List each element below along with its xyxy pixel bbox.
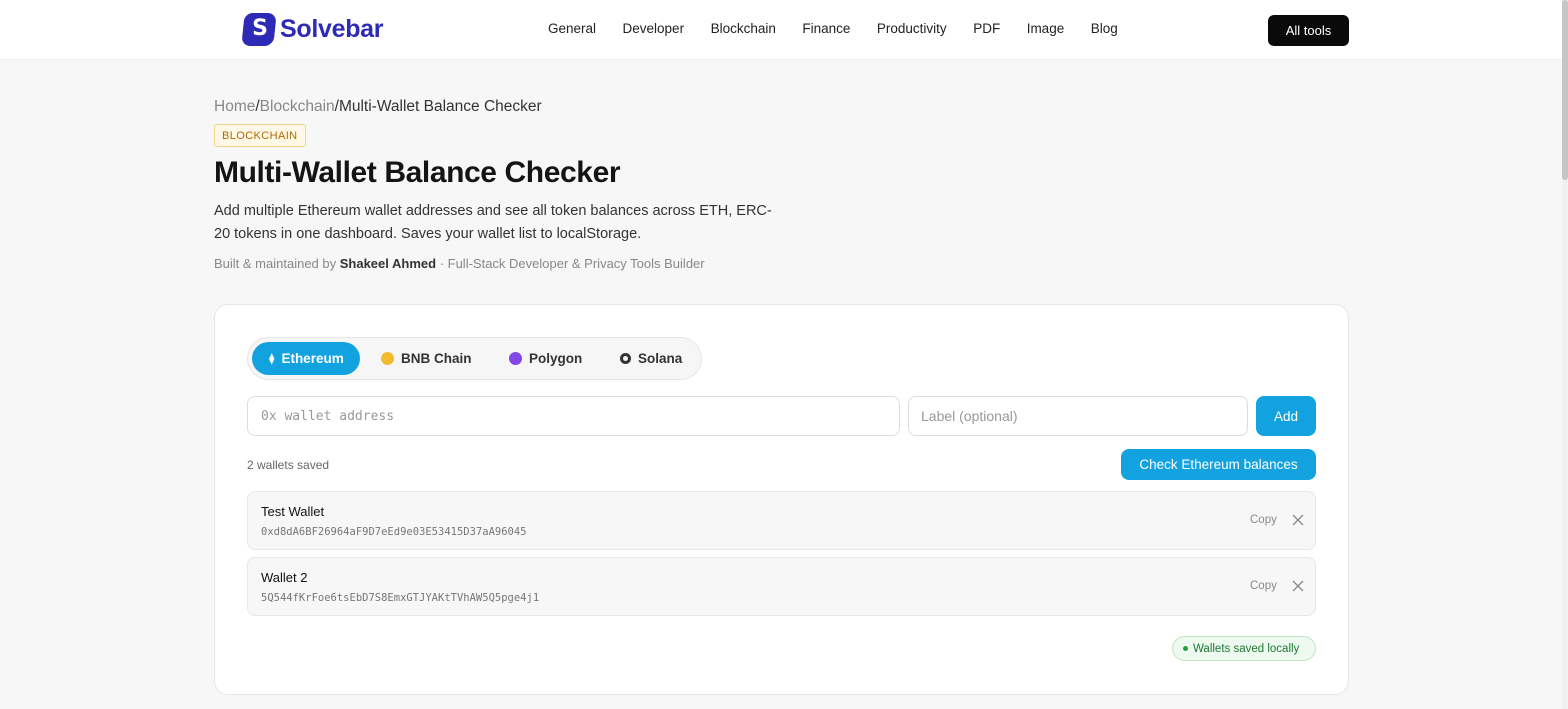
nav-image[interactable]: Image: [1027, 21, 1065, 36]
wallet-row: Test Wallet 0xd8dA6BF26964aF9D7eEd9e03E5…: [247, 491, 1316, 550]
wallet-address: 5Q544fKrFoe6tsEbD7S8EmxGTJYAKtTVhAW5Q5pg…: [261, 592, 540, 604]
status-dot-icon: [1183, 646, 1188, 651]
bnb-icon: [381, 352, 394, 365]
breadcrumb-blockchain[interactable]: Blockchain: [260, 98, 335, 115]
logo-mark-icon: S: [241, 13, 277, 46]
polygon-icon: [509, 352, 522, 365]
main-nav: General Developer Blockchain Finance Pro…: [548, 21, 1144, 36]
solana-icon: [620, 353, 631, 364]
category-badge: BLOCKCHAIN: [214, 124, 306, 147]
tab-label: BNB Chain: [401, 351, 472, 366]
nav-developer[interactable]: Developer: [623, 21, 685, 36]
breadcrumb: Home/Blockchain/Multi-Wallet Balance Che…: [214, 98, 542, 116]
scrollbar-thumb[interactable]: [1562, 0, 1568, 180]
wallet-address: 0xd8dA6BF26964aF9D7eEd9e03E53415D37aA960…: [261, 526, 527, 538]
byline-author: Shakeel Ahmed: [339, 256, 437, 271]
author-byline: Built & maintained by Shakeel Ahmed · Fu…: [214, 256, 705, 271]
wallet-label: Wallet 2: [261, 570, 308, 585]
tab-label: Ethereum: [281, 351, 344, 366]
copy-address-button[interactable]: Copy: [1250, 514, 1277, 526]
nav-general[interactable]: General: [548, 21, 596, 36]
nav-blog[interactable]: Blog: [1091, 21, 1118, 36]
nav-pdf[interactable]: PDF: [973, 21, 1000, 36]
saved-badge-label: Wallets saved locally: [1193, 642, 1300, 655]
tab-polygon[interactable]: Polygon: [509, 342, 582, 375]
nav-blockchain[interactable]: Blockchain: [711, 21, 776, 36]
wallet-label: Test Wallet: [261, 504, 325, 519]
wallets-saved-count: 2 wallets saved: [247, 458, 330, 472]
add-wallet-button[interactable]: Add: [1256, 396, 1316, 436]
byline-suffix: · Full-Stack Developer & Privacy Tools B…: [436, 256, 705, 271]
byline-prefix: Built & maintained by: [214, 256, 340, 271]
nav-productivity[interactable]: Productivity: [877, 21, 947, 36]
site-logo[interactable]: S Solvebar: [241, 13, 384, 46]
nav-finance[interactable]: Finance: [802, 21, 850, 36]
wallet-label-input[interactable]: [908, 396, 1248, 436]
ethereum-icon: ⧫: [269, 353, 275, 365]
saved-locally-badge: Wallets saved locally: [1172, 636, 1316, 661]
chain-selector: ⧫ Ethereum BNB Chain Polygon Solana: [247, 337, 702, 380]
breadcrumb-current: Multi-Wallet Balance Checker: [338, 98, 542, 115]
all-tools-button[interactable]: All tools: [1268, 15, 1349, 46]
tab-bnb-chain[interactable]: BNB Chain: [381, 342, 472, 375]
tab-label: Solana: [638, 351, 683, 366]
page-title: Multi-Wallet Balance Checker: [214, 156, 621, 189]
page-scrollbar[interactable]: [1562, 0, 1568, 709]
page-description: Add multiple Ethereum wallet addresses a…: [214, 203, 772, 242]
tab-label: Polygon: [529, 351, 583, 366]
top-navbar: S Solvebar General Developer Blockchain …: [0, 0, 1562, 60]
remove-wallet-icon[interactable]: [1291, 579, 1305, 593]
check-balances-button[interactable]: Check Ethereum balances: [1121, 449, 1316, 480]
copy-address-button[interactable]: Copy: [1250, 580, 1277, 592]
breadcrumb-home[interactable]: Home: [214, 98, 255, 115]
wallet-address-input[interactable]: [247, 396, 900, 436]
tab-ethereum[interactable]: ⧫ Ethereum: [252, 342, 360, 375]
logo-text: Solvebar: [280, 15, 384, 43]
remove-wallet-icon[interactable]: [1291, 513, 1305, 527]
tab-solana[interactable]: Solana: [620, 342, 682, 375]
wallet-row: Wallet 2 5Q544fKrFoe6tsEbD7S8EmxGTJYAKtT…: [247, 557, 1316, 616]
